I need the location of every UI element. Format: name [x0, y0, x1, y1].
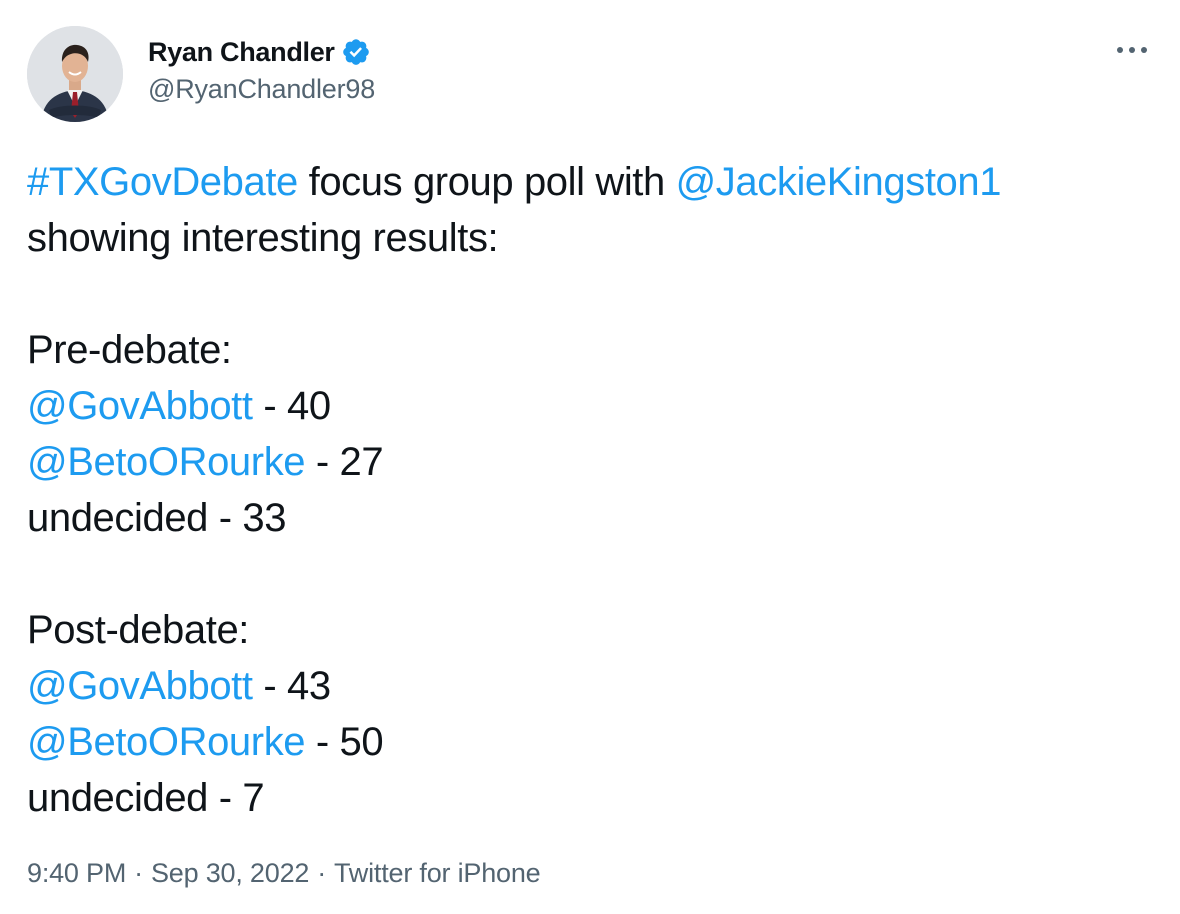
poll-value: - 27: [305, 440, 384, 484]
post-debate-undecided: undecided - 7: [27, 776, 265, 820]
poll-value: - 40: [252, 384, 331, 428]
tweet-meta: 9:40 PM · Sep 30, 2022 · Twitter for iPhone: [27, 858, 541, 889]
tweet-card: Ryan Chandler @RyanChandler98 #TXGovDeba…: [0, 0, 1180, 914]
mention-link[interactable]: @BetoORourke: [27, 440, 306, 484]
post-debate-row: @BetoORourke - 50: [27, 714, 1167, 770]
mention-link[interactable]: @GovAbbott: [27, 664, 253, 708]
verified-badge-icon[interactable]: [341, 37, 371, 67]
pre-debate-undecided: undecided - 33: [27, 496, 287, 540]
author-handle[interactable]: @RyanChandler98: [148, 74, 375, 105]
post-debate-heading: Post-debate:: [27, 608, 250, 652]
body-line-1: #TXGovDebate focus group poll with @Jack…: [27, 154, 1167, 210]
name-row: Ryan Chandler: [148, 32, 375, 72]
meta-separator: ·: [317, 858, 326, 888]
avatar[interactable]: [27, 26, 123, 122]
tweet-source[interactable]: Twitter for iPhone: [334, 858, 541, 888]
mention-link[interactable]: @GovAbbott: [27, 384, 253, 428]
hashtag-link[interactable]: #TXGovDebate: [27, 160, 298, 204]
post-debate-row: @GovAbbott - 43: [27, 658, 1167, 714]
author-block: Ryan Chandler @RyanChandler98: [148, 32, 375, 105]
more-dot: [1141, 47, 1147, 53]
more-dot: [1129, 47, 1135, 53]
body-text-segment: focus group poll with: [297, 160, 676, 204]
tweet-time[interactable]: 9:40 PM: [27, 858, 126, 888]
meta-separator: ·: [134, 858, 143, 888]
body-line-2: showing interesting results:: [27, 216, 499, 260]
author-display-name[interactable]: Ryan Chandler: [148, 37, 335, 68]
more-dot: [1117, 47, 1123, 53]
tweet-date[interactable]: Sep 30, 2022: [151, 858, 309, 888]
pre-debate-row: @BetoORourke - 27: [27, 434, 1167, 490]
mention-link[interactable]: @BetoORourke: [27, 720, 306, 764]
tweet-body: #TXGovDebate focus group poll with @Jack…: [27, 154, 1167, 826]
pre-debate-row: @GovAbbott - 40: [27, 378, 1167, 434]
mention-link[interactable]: @JackieKingston1: [676, 160, 1002, 204]
avatar-photo: [27, 26, 123, 122]
poll-value: - 50: [305, 720, 384, 764]
poll-value: - 43: [252, 664, 331, 708]
more-options-icon[interactable]: [1117, 36, 1147, 64]
pre-debate-heading: Pre-debate:: [27, 328, 232, 372]
